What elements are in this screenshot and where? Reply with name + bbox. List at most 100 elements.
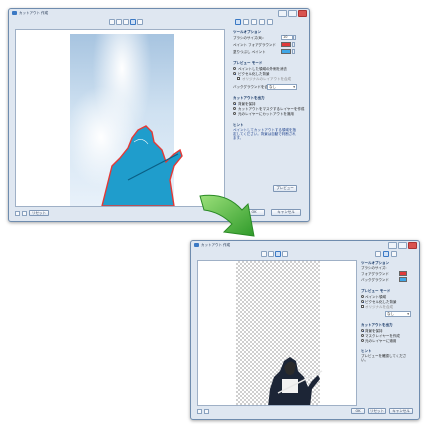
mode-check-3[interactable] [237, 77, 240, 80]
view-toolbar-2 [261, 251, 288, 257]
reset-button-2[interactable]: リセット [368, 408, 386, 414]
brush-size-label: ブラシのサイズ(B): [233, 36, 264, 40]
brush-size-spinner[interactable] [293, 35, 296, 40]
hint-heading-2: ヒント [361, 349, 372, 353]
cutout-figure [268, 357, 323, 405]
options-panel-2: ツールオプション ブラシのサイズ: フォアグラウンド バックグラウンド プレビュ… [361, 251, 415, 401]
zoom-out-icon[interactable] [116, 19, 122, 25]
chevron-down-icon: ▾ [293, 85, 295, 89]
zoom-in-icon[interactable] [261, 251, 267, 257]
mode-check-2-3[interactable] [361, 305, 364, 308]
undo-icon[interactable] [22, 210, 27, 216]
fill-tool-icon[interactable] [251, 19, 257, 25]
selection-overlay [101, 125, 183, 206]
preview-mode-heading: プレビュー モード [233, 61, 263, 65]
app-icon-2 [194, 243, 199, 247]
foreground-color-swatch-2[interactable] [399, 271, 407, 276]
actual-size-icon[interactable] [282, 251, 288, 257]
preview-mode-heading-2: プレビュー モード [361, 289, 391, 293]
foreground-color-dropdown[interactable] [292, 42, 295, 47]
preview-button[interactable]: プレビュー [273, 185, 297, 192]
cancel-button-2[interactable]: キャンセル [389, 408, 413, 414]
view-toolbar [109, 19, 143, 25]
brush-tool-icon[interactable] [235, 19, 241, 25]
background-label-2: バックグラウンド [361, 278, 389, 282]
output-option-1: 背景を保持 [238, 102, 256, 106]
minimize-button-2[interactable] [388, 242, 397, 249]
reset-button[interactable]: リセット [29, 210, 49, 216]
output-option-3: 元のレイヤーにカットアウトを適用 [238, 112, 294, 116]
mode-option-2-1: ペイント領域 [365, 295, 386, 299]
mode-option-1: ペイントした領域の外側を消去 [238, 67, 287, 71]
foreground-label: ペイント フォアグラウンド [233, 43, 276, 47]
hand-tool-icon[interactable] [259, 19, 265, 25]
output-heading-2: カットアウトを出力 [361, 323, 393, 327]
options-panel: ツールオプション ブラシのサイズ(B): 10 ペイント フォアグラウンド 塗り… [231, 19, 305, 209]
output-radio-2-3[interactable] [361, 339, 364, 342]
zoom-out-icon[interactable] [268, 251, 274, 257]
eraser-tool-icon[interactable] [243, 19, 249, 25]
composite-bg-select-2[interactable]: なし ▾ [385, 311, 411, 317]
window-title: カットアウト 作成 [19, 11, 49, 15]
fill-tool-icon-2[interactable] [391, 251, 397, 257]
mode-radio-2-2[interactable] [361, 300, 364, 303]
output-heading: カットアウトを出力 [233, 96, 265, 100]
output-radio-3[interactable] [233, 112, 236, 115]
composite-bg-select[interactable]: なし ▾ [267, 84, 297, 90]
image-canvas[interactable] [15, 29, 225, 207]
mode-option-3: オリジナルのレイアウトを合成 [242, 77, 291, 81]
chevron-down-icon: ▾ [407, 312, 409, 316]
mode-radio-2[interactable] [233, 72, 236, 75]
foreground-label-2: フォアグラウンド [361, 272, 389, 276]
eraser-tool-icon-2[interactable] [383, 251, 389, 257]
background-color-swatch-2[interactable] [399, 277, 407, 282]
pan-icon[interactable] [137, 19, 143, 25]
composite-bg-value-2: なし [387, 312, 394, 316]
tool-options-heading-2: ツールオプション [361, 261, 389, 265]
mode-radio-1[interactable] [233, 67, 236, 70]
close-button[interactable] [298, 10, 307, 17]
output-radio-2-1[interactable] [361, 329, 364, 332]
app-icon [12, 11, 17, 15]
bottom-tools: リセット [15, 210, 49, 216]
cutout-window-after: カットアウト 作成 ツールオプション ブラシのサイズ: フォアグラウンド バック… [190, 240, 420, 420]
maximize-button-2[interactable] [398, 242, 407, 249]
foreground-color-swatch[interactable] [281, 42, 291, 47]
zoom-tool-icon[interactable] [267, 19, 273, 25]
title-bar-2[interactable]: カットアウト 作成 [191, 241, 419, 249]
title-bar[interactable]: カットアウト 作成 [9, 9, 309, 17]
mode-radio-2-1[interactable] [361, 295, 364, 298]
undo-icon-2[interactable] [204, 409, 209, 414]
ok-button-2[interactable]: OK [351, 408, 365, 414]
hint-text: ペイントしてカットアウトする領域を指定してください。背景は自動で判断されます。 [233, 128, 296, 140]
zoom-in-icon[interactable] [109, 19, 115, 25]
minimize-button[interactable] [278, 10, 287, 17]
background-color-dropdown[interactable] [292, 49, 295, 54]
bottom-tools-2 [197, 409, 209, 414]
brush-size-input[interactable]: 10 [281, 35, 293, 40]
background-label: 塗りつぶし ペイント [233, 50, 266, 54]
close-button-2[interactable] [408, 242, 417, 249]
view-icon[interactable] [15, 210, 20, 216]
mode-option-2-3: オリジナルを合成 [365, 305, 393, 309]
image-canvas-2[interactable] [197, 260, 357, 406]
hint-text-2: プレビューを確認してください。 [361, 354, 407, 362]
actual-size-icon[interactable] [130, 19, 136, 25]
view-icon-2[interactable] [197, 409, 202, 414]
window-title-2: カットアウト 作成 [201, 243, 231, 247]
output-radio-2-2[interactable] [361, 334, 364, 337]
output-radio-2[interactable] [233, 107, 236, 110]
mode-option-2-2: ピクセル化した背景 [365, 300, 397, 304]
brush-tool-icon-2[interactable] [375, 251, 381, 257]
mode-option-2: ピクセル化した背景 [238, 72, 270, 76]
hint-heading: ヒント [233, 123, 244, 127]
output-option-2: カットアウトをマスクするレイヤーを作成 [238, 107, 305, 111]
background-color-swatch[interactable] [281, 49, 291, 54]
brush-size-label-2: ブラシのサイズ: [361, 266, 387, 270]
output-option-2-3: 元のレイヤーに適用 [365, 339, 397, 343]
output-radio-1[interactable] [233, 102, 236, 105]
fit-view-icon[interactable] [123, 19, 129, 25]
tool-options-heading: ツールオプション [233, 30, 261, 34]
maximize-button[interactable] [288, 10, 297, 17]
fit-view-icon[interactable] [275, 251, 281, 257]
